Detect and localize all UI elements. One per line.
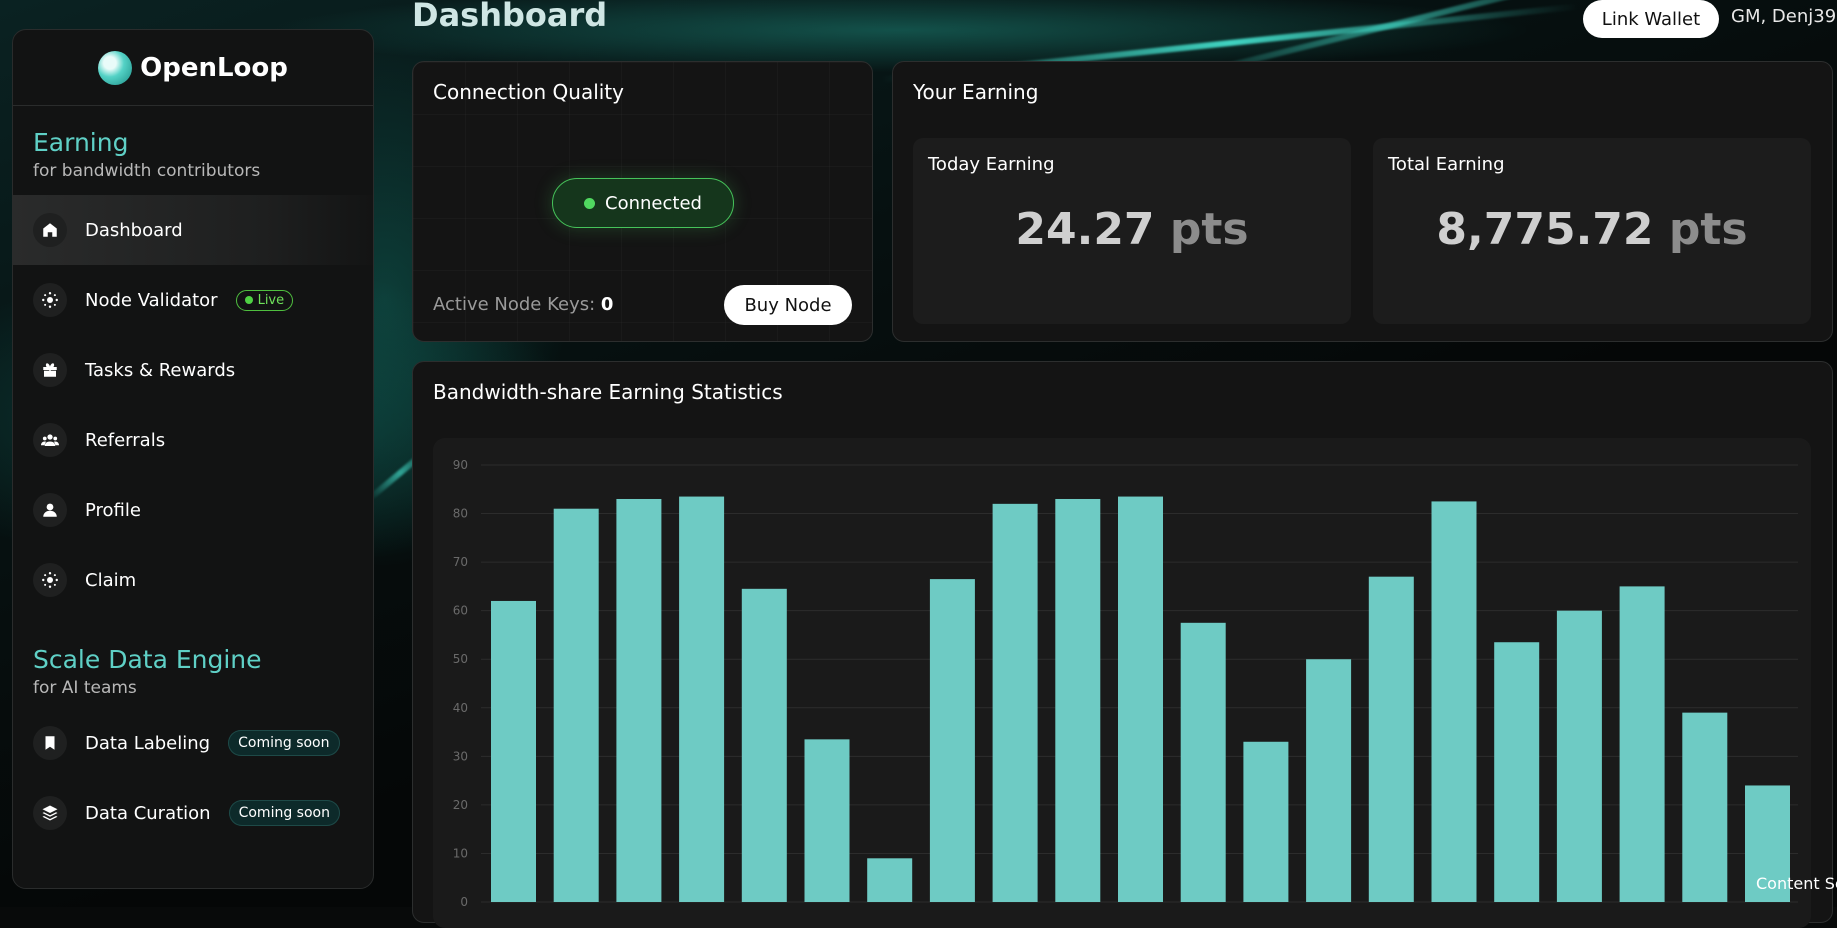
chart-bar[interactable]: [1682, 712, 1728, 902]
total-earning-unit: pts: [1668, 204, 1748, 255]
layers-icon: [33, 796, 67, 830]
connection-status-label: Connected: [605, 192, 702, 214]
sidebar-item-label: Data Curation: [85, 802, 211, 824]
y-tick-label: 40: [453, 701, 468, 715]
earning-statistics-card: Bandwidth-share Earning Statistics 0 10 20…: [412, 361, 1833, 928]
total-earning-value: 8,775.72: [1436, 204, 1654, 255]
active-node-keys-value: 0: [600, 294, 614, 315]
sidebar-item-dashboard[interactable]: Dashboard: [13, 195, 373, 265]
y-tick-label: 80: [453, 507, 468, 521]
live-badge: Live: [235, 289, 294, 311]
sidebar-item-label: Claim: [85, 569, 137, 591]
y-tick-label: 50: [453, 652, 468, 666]
chart-bar[interactable]: [1368, 576, 1414, 902]
y-tick-label: 90: [453, 458, 468, 472]
today-earning-unit: pts: [1169, 204, 1249, 255]
live-badge-label: Live: [257, 292, 285, 308]
chart-bar[interactable]: [1431, 501, 1477, 902]
sidebar: OpenLoop Earning for bandwidth contribut…: [12, 29, 374, 889]
sidebar-item-data-labeling[interactable]: Data Labeling Coming soon: [13, 708, 373, 778]
sidebar-item-data-curation[interactable]: Data Curation Coming soon: [13, 778, 373, 848]
link-wallet-button[interactable]: Link Wallet: [1583, 0, 1719, 38]
chart-bar[interactable]: [867, 858, 913, 902]
section-title-earning: Earning: [33, 128, 129, 157]
card-title: Your Earning: [913, 80, 1039, 104]
bookmark-icon: [33, 726, 67, 760]
connection-status-badge: Connected: [552, 178, 734, 228]
chart-bar[interactable]: [679, 496, 725, 902]
card-title: Connection Quality: [433, 80, 624, 104]
home-icon: [33, 213, 67, 247]
today-earning-value-wrap: 24.27 pts: [913, 204, 1351, 255]
sidebar-item-label: Node Validator: [85, 289, 218, 311]
users-icon: [33, 423, 67, 457]
brand-name: OpenLoop: [140, 52, 288, 83]
sidebar-item-label: Tasks & Rewards: [85, 359, 236, 381]
page-title: Dashboard: [412, 0, 608, 34]
y-tick-label: 60: [453, 604, 468, 618]
chart-bar[interactable]: [1118, 496, 1163, 902]
user-icon: [33, 493, 67, 527]
sidebar-item-profile[interactable]: Profile: [13, 475, 373, 545]
chart-bar[interactable]: [616, 498, 662, 902]
user-greeting: GM, Denj39: [1731, 6, 1837, 27]
sidebar-item-label: Data Labeling: [85, 732, 211, 754]
connection-quality-card: Connection Quality Connected Active Node…: [412, 61, 873, 342]
status-dot-icon: [584, 197, 596, 209]
claim-icon: [33, 563, 67, 597]
sidebar-item-label: Profile: [85, 499, 141, 521]
sidebar-item-referrals[interactable]: Referrals: [13, 405, 373, 475]
sidebar-item-node-validator[interactable]: Node Validator Live: [13, 265, 373, 335]
chart-bar[interactable]: [553, 508, 599, 902]
gift-icon: [33, 353, 67, 387]
card-title: Bandwidth-share Earning Statistics: [433, 380, 783, 404]
chart-bar[interactable]: [1180, 622, 1226, 902]
y-tick-label: 20: [453, 798, 468, 812]
coming-soon-badge: Coming soon: [228, 730, 340, 756]
chart-bar[interactable]: [929, 579, 975, 902]
active-node-keys: Active Node Keys: 0: [433, 294, 613, 315]
chart-panel: 0 10 20 30 40 50 60 70 80 90: [433, 438, 1811, 928]
chart-bar[interactable]: [741, 588, 787, 902]
total-earning-label: Total Earning: [1388, 154, 1505, 175]
active-node-keys-label: Active Node Keys:: [433, 294, 596, 315]
chart-bar[interactable]: [491, 600, 536, 902]
bar-chart: 0102030405060708090: [453, 458, 1798, 909]
earning-section-header: Earning for bandwidth contributors: [13, 106, 373, 181]
coming-soon-badge: Coming soon: [228, 800, 340, 826]
chart-bar[interactable]: [1055, 498, 1101, 902]
section-subtitle-earning: for bandwidth contributors: [33, 161, 261, 181]
chart-bar[interactable]: [1619, 586, 1665, 902]
section-subtitle-scale-data: for AI teams: [33, 678, 137, 698]
scale-data-nav: Data Labeling Coming soon Data Curation …: [13, 708, 373, 848]
sidebar-item-claim[interactable]: Claim: [13, 545, 373, 615]
brand-logo[interactable]: OpenLoop: [13, 30, 373, 106]
sidebar-item-label: Dashboard: [85, 219, 183, 241]
openloop-logo-icon: [98, 50, 133, 85]
chart-bar[interactable]: [992, 503, 1038, 902]
today-earning-value: 24.27: [1015, 204, 1155, 255]
chart-bar[interactable]: [804, 739, 850, 902]
content-scroll-text: Content Sc: [1756, 874, 1837, 893]
your-earning-card: Your Earning Today Earning 24.27 pts Tot…: [892, 61, 1833, 342]
chart-bar[interactable]: [1243, 741, 1289, 902]
total-earning-card: Total Earning 8,775.72 pts: [1373, 138, 1811, 324]
buy-node-button[interactable]: Buy Node: [724, 285, 852, 325]
y-tick-label: 10: [453, 846, 468, 860]
sidebar-item-label: Referrals: [85, 429, 166, 451]
scale-data-section-header: Scale Data Engine for AI teams: [13, 615, 373, 698]
sidebar-item-tasks-rewards[interactable]: Tasks & Rewards: [13, 335, 373, 405]
chart-bar[interactable]: [1556, 610, 1602, 902]
today-earning-label: Today Earning: [928, 154, 1055, 175]
today-earning-card: Today Earning 24.27 pts: [913, 138, 1351, 324]
node-icon: [33, 283, 67, 317]
live-dot-icon: [244, 296, 253, 304]
y-tick-label: 70: [453, 555, 468, 569]
chart-bar[interactable]: [1494, 642, 1540, 902]
total-earning-value-wrap: 8,775.72 pts: [1373, 204, 1811, 255]
earning-nav: Dashboard Node Validator Live Tasks & Re…: [13, 195, 373, 615]
chart-bar[interactable]: [1306, 659, 1352, 902]
section-title-scale-data: Scale Data Engine: [33, 645, 262, 674]
y-tick-label: 30: [453, 749, 468, 763]
